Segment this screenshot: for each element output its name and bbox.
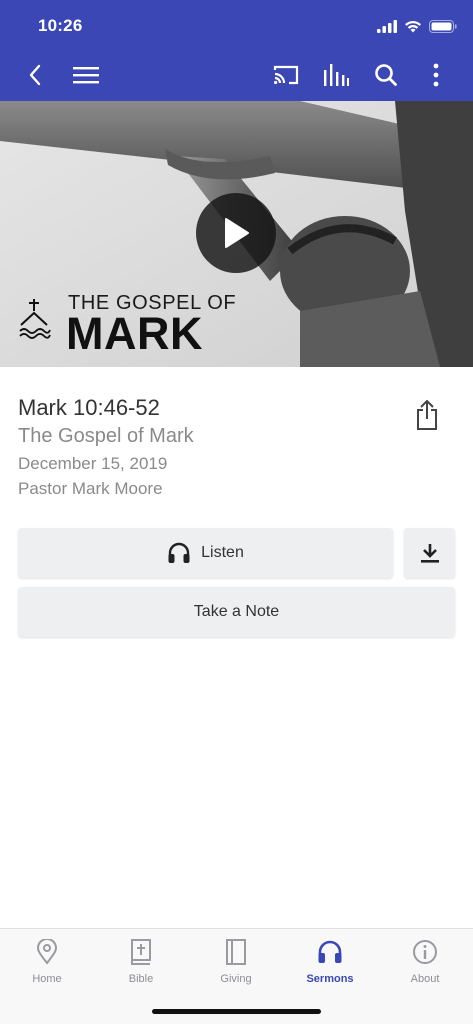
cast-icon <box>273 65 299 85</box>
take-note-button[interactable]: Take a Note <box>18 587 455 637</box>
church-logo-icon <box>19 299 51 339</box>
sermon-speaker[interactable]: Pastor Mark Moore <box>18 479 163 499</box>
bible-icon <box>131 939 151 965</box>
headphones-icon <box>168 542 190 563</box>
menu-button[interactable] <box>71 60 101 90</box>
share-icon <box>417 400 437 430</box>
signal-icon <box>377 19 397 33</box>
sermon-artwork: THE GOSPEL OF MARK <box>0 101 473 367</box>
back-button[interactable] <box>20 60 50 90</box>
home-indicator <box>152 1009 321 1014</box>
app-header: 10:26 <box>0 0 473 101</box>
audio-bars-button[interactable] <box>321 60 351 90</box>
location-pin-icon <box>36 939 58 965</box>
status-icons <box>377 16 457 36</box>
take-note-label: Take a Note <box>193 603 280 620</box>
share-button[interactable] <box>412 398 442 432</box>
tab-label: Bible <box>128 973 154 985</box>
search-button[interactable] <box>371 60 401 90</box>
listen-button[interactable]: Listen <box>18 528 393 578</box>
audio-bars-icon <box>324 64 349 86</box>
tab-giving[interactable]: Giving <box>189 937 283 997</box>
play-icon <box>225 218 249 248</box>
menu-icon <box>73 67 99 84</box>
download-icon <box>420 544 439 563</box>
info-icon <box>413 940 437 964</box>
sermon-date: December 15, 2019 <box>18 454 168 473</box>
back-icon <box>29 64 41 86</box>
search-icon <box>375 64 397 86</box>
sermon-title: Mark 10:46-52 <box>18 395 160 420</box>
tab-bible[interactable]: Bible <box>94 937 188 997</box>
sermon-series[interactable]: The Gospel of Mark <box>18 425 194 448</box>
battery-icon <box>429 19 457 33</box>
tab-sermons[interactable]: Sermons <box>283 937 377 997</box>
tab-label: Sermons <box>306 973 354 985</box>
download-button[interactable] <box>404 528 455 578</box>
more-icon <box>433 63 439 87</box>
toolbar <box>0 50 473 100</box>
headphones-icon <box>318 940 342 963</box>
wifi-icon <box>405 20 421 32</box>
tab-label: Giving <box>220 973 252 985</box>
cast-button[interactable] <box>271 60 301 90</box>
tab-label: Home <box>32 973 62 985</box>
play-button[interactable] <box>196 193 276 273</box>
artwork-series-line2: MARK <box>66 308 203 359</box>
tab-label: About <box>410 973 440 985</box>
tab-about[interactable]: About <box>378 937 472 997</box>
status-time: 10:26 <box>38 16 83 35</box>
giving-icon <box>226 939 246 965</box>
listen-label: Listen <box>201 544 244 561</box>
more-button[interactable] <box>421 60 451 90</box>
tab-home[interactable]: Home <box>0 937 94 997</box>
